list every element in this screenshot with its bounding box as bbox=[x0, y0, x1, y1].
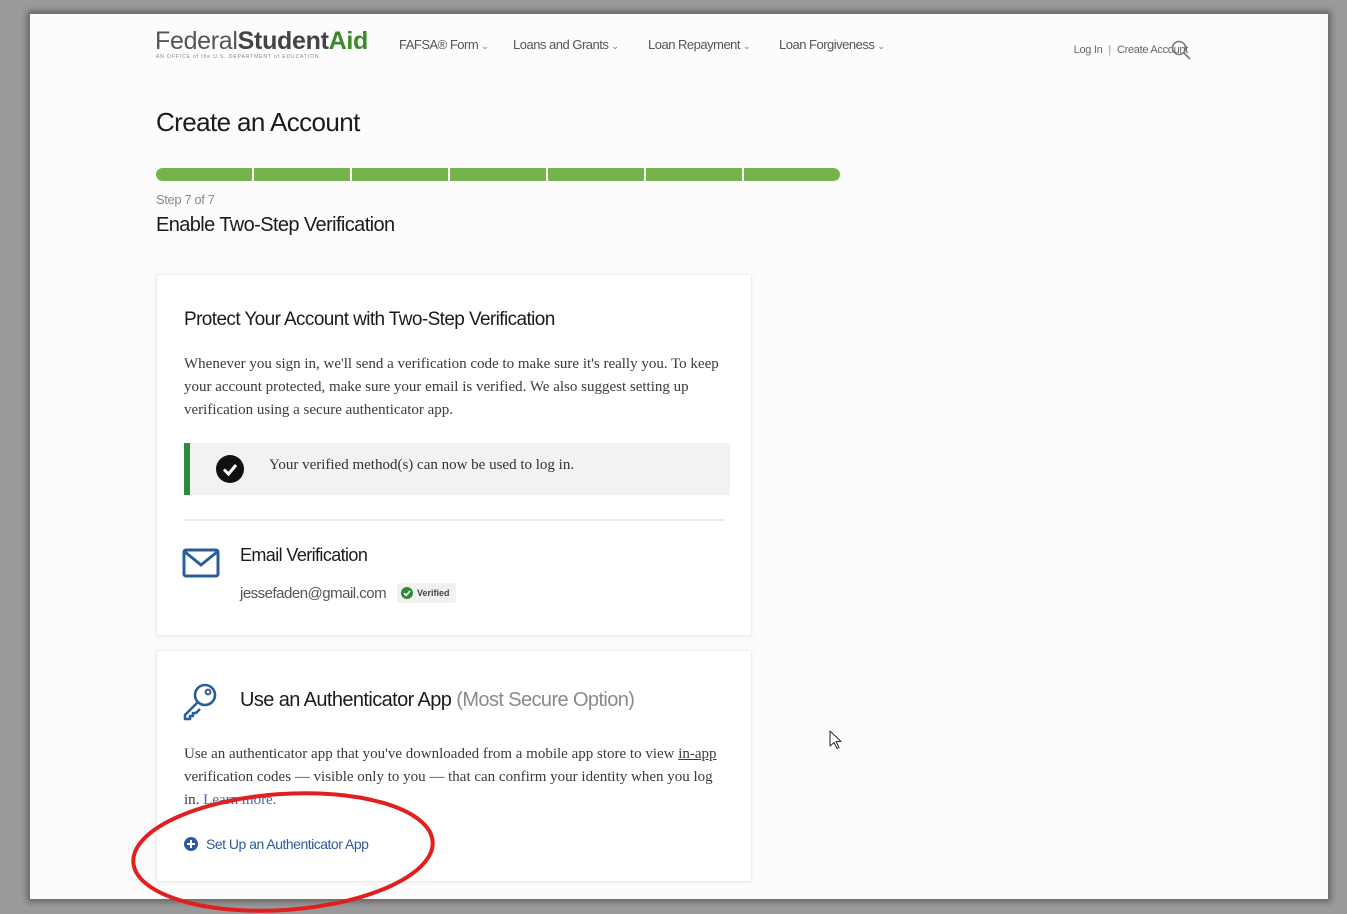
nav-label: FAFSA® Form bbox=[399, 37, 479, 52]
progress-segment bbox=[450, 168, 546, 181]
progress-segment bbox=[548, 168, 644, 181]
mail-icon bbox=[182, 548, 220, 578]
progress-segment bbox=[254, 168, 350, 181]
desc-text: Use an authenticator app that you've dow… bbox=[184, 746, 679, 762]
browser-viewport: FederalStudentAid AN OFFICE of the U.S. … bbox=[30, 14, 1328, 899]
key-icon bbox=[183, 683, 217, 721]
divider bbox=[184, 519, 724, 521]
verified-badge: Verified bbox=[397, 583, 456, 603]
setup-authenticator-link[interactable]: Set Up an Authenticator App bbox=[184, 836, 369, 852]
chevron-down-icon: ⌄ bbox=[743, 41, 751, 51]
logo-student: Student bbox=[237, 27, 329, 55]
success-alert: Your verified method(s) can now be used … bbox=[184, 443, 730, 495]
step-indicator: Step 7 of 7 bbox=[156, 192, 215, 207]
nav-label: Loan Forgiveness bbox=[779, 37, 875, 52]
nav-label: Loan Repayment bbox=[648, 37, 741, 52]
authenticator-title: Use an Authenticator App (Most Secure Op… bbox=[240, 689, 635, 712]
email-address: jessefaden@gmail.com bbox=[240, 585, 387, 602]
plus-circle-icon bbox=[184, 837, 198, 851]
search-icon[interactable] bbox=[1171, 40, 1191, 60]
link-separator: | bbox=[1108, 44, 1111, 56]
login-link[interactable]: Log In bbox=[1074, 44, 1103, 56]
progress-bar bbox=[156, 168, 840, 181]
logo-subtitle: AN OFFICE of the U.S. DEPARTMENT of EDUC… bbox=[156, 54, 320, 60]
nav-loan-repayment[interactable]: Loan Repayment ⌄ bbox=[648, 37, 751, 52]
two-step-verification-card: Protect Your Account with Two-Step Verif… bbox=[156, 274, 752, 636]
nav-label: Loans and Grants bbox=[513, 37, 609, 52]
card-description: Whenever you sign in, we'll send a verif… bbox=[184, 356, 719, 418]
email-verification-title: Email Verification bbox=[240, 545, 368, 565]
logo-federal: Federal bbox=[155, 27, 238, 55]
authenticator-description: Use an authenticator app that you've dow… bbox=[184, 743, 729, 812]
authenticator-app-card: Use an Authenticator App (Most Secure Op… bbox=[156, 650, 752, 882]
alert-text: Your verified method(s) can now be used … bbox=[269, 457, 575, 473]
step-title: Enable Two-Step Verification bbox=[156, 214, 395, 236]
progress-segment bbox=[744, 168, 840, 181]
logo-aid: Aid bbox=[328, 27, 369, 55]
setup-link-label: Set Up an Authenticator App bbox=[206, 836, 369, 852]
verified-label: Verified bbox=[417, 588, 450, 598]
chevron-down-icon: ⌄ bbox=[877, 41, 885, 51]
chevron-down-icon: ⌄ bbox=[481, 41, 489, 51]
nav-loans-and-grants[interactable]: Loans and Grants ⌄ bbox=[513, 37, 619, 52]
desc-underlined: in-app bbox=[678, 746, 717, 762]
nav-fafsa-form[interactable]: FAFSA® Form ⌄ bbox=[399, 37, 489, 52]
progress-segment bbox=[156, 168, 252, 181]
mouse-cursor-icon bbox=[829, 730, 842, 750]
page-title: Create an Account bbox=[156, 107, 360, 137]
card-heading: Protect Your Account with Two-Step Verif… bbox=[184, 309, 555, 330]
site-logo[interactable]: FederalStudentAid bbox=[155, 26, 368, 56]
authenticator-title-main: Use an Authenticator App bbox=[240, 689, 452, 711]
check-circle-icon bbox=[216, 455, 244, 483]
progress-segment bbox=[352, 168, 448, 181]
check-icon bbox=[401, 587, 413, 599]
progress-segment bbox=[646, 168, 742, 181]
authenticator-title-suffix: (Most Secure Option) bbox=[456, 689, 635, 711]
chevron-down-icon: ⌄ bbox=[611, 41, 619, 51]
learn-more-link[interactable]: Learn more. bbox=[203, 792, 276, 808]
nav-loan-forgiveness[interactable]: Loan Forgiveness ⌄ bbox=[779, 37, 885, 52]
